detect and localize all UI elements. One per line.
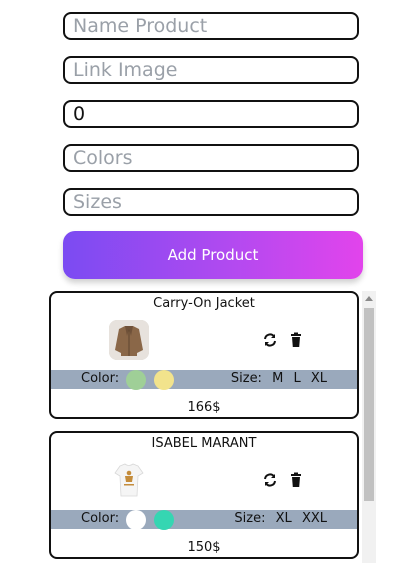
tshirt-image (109, 460, 149, 500)
product-actions (262, 472, 304, 488)
jacket-image (109, 320, 149, 360)
product-list[interactable]: Carry-On Jacket Color: Size: M L XL 166$… (49, 291, 359, 563)
product-actions (262, 332, 304, 348)
size-value: M (272, 371, 284, 386)
add-product-button[interactable]: Add Product (63, 231, 363, 279)
size-value: XL (275, 511, 292, 526)
product-card: ISABEL MARANT Color: Size: XL XXL 150$ (49, 431, 359, 559)
colors-input[interactable]: Colors (63, 144, 359, 172)
size-label: Size: (234, 511, 266, 526)
size-value: XL (310, 371, 327, 386)
product-image (109, 320, 149, 360)
product-name: ISABEL MARANT (151, 436, 257, 451)
product-price: 150$ (187, 540, 221, 555)
color-label: Color: (81, 511, 120, 526)
color-swatch (126, 370, 146, 390)
colors-placeholder: Colors (73, 147, 133, 169)
size-value: L (293, 371, 301, 386)
product-image (109, 460, 149, 500)
size-label: Size: (230, 371, 262, 386)
product-list-scrollbar[interactable] (362, 291, 376, 563)
product-name: Carry-On Jacket (153, 296, 255, 311)
color-swatch (126, 510, 146, 530)
sizes-input[interactable]: Sizes (63, 188, 359, 216)
size-value: XXL (301, 511, 327, 526)
product-details-bar: Color: Size: XL XXL (51, 510, 357, 530)
image-link-placeholder: Link Image (73, 59, 178, 81)
color-label: Color: (81, 371, 120, 386)
product-details-bar: Color: Size: M L XL (51, 370, 357, 390)
color-swatch (154, 370, 174, 390)
product-name-placeholder: Name Product (73, 15, 208, 37)
sizes-placeholder: Sizes (73, 191, 122, 213)
price-value: 0 (73, 103, 86, 125)
scrollbar-thumb[interactable] (364, 308, 374, 501)
trash-icon[interactable] (288, 332, 304, 348)
product-card: Carry-On Jacket Color: Size: M L XL 166$ (49, 291, 359, 419)
size-info: Size: M L XL (231, 371, 327, 386)
product-price: 166$ (187, 400, 221, 415)
add-product-label: Add Product (167, 246, 259, 264)
trash-icon[interactable] (288, 472, 304, 488)
image-link-input[interactable]: Link Image (63, 56, 359, 84)
price-input[interactable]: 0 (63, 100, 359, 128)
color-swatch (154, 510, 174, 530)
refresh-icon[interactable] (262, 332, 278, 348)
scroll-up-arrow-icon[interactable] (365, 296, 373, 301)
refresh-icon[interactable] (262, 472, 278, 488)
size-info: Size: XL XXL (234, 511, 327, 526)
product-name-input[interactable]: Name Product (63, 12, 359, 40)
